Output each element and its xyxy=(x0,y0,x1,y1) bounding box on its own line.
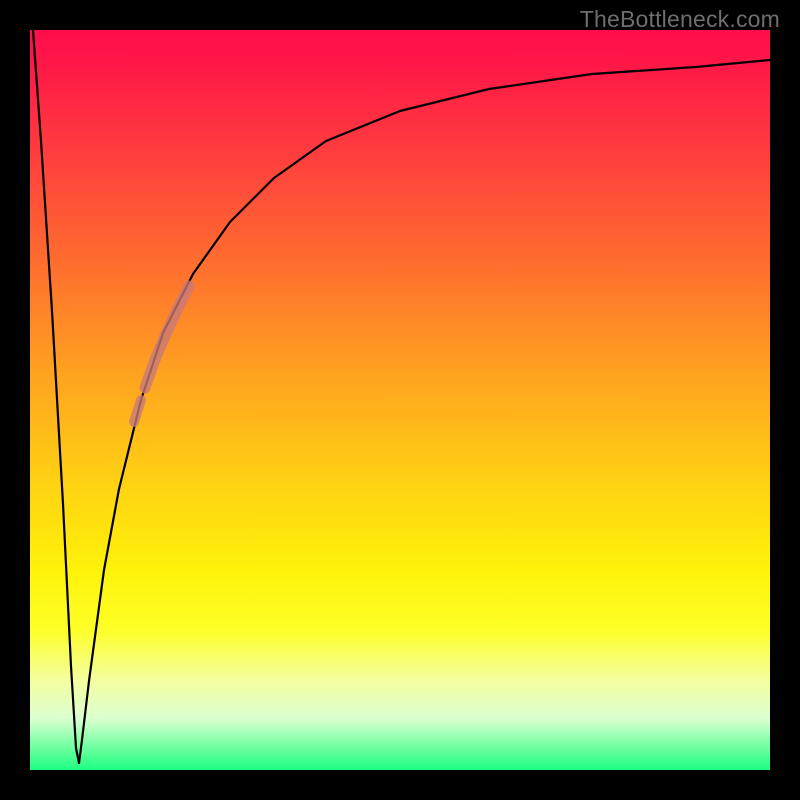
curve-left-drop xyxy=(33,30,79,763)
curve-highlight-main xyxy=(145,286,189,388)
curve-right-rise xyxy=(79,60,770,763)
plot-area xyxy=(30,30,770,770)
watermark-text: TheBottleneck.com xyxy=(580,6,780,33)
curve-layer xyxy=(30,30,770,770)
curve-highlight-dot xyxy=(134,400,141,422)
chart-frame: TheBottleneck.com xyxy=(0,0,800,800)
